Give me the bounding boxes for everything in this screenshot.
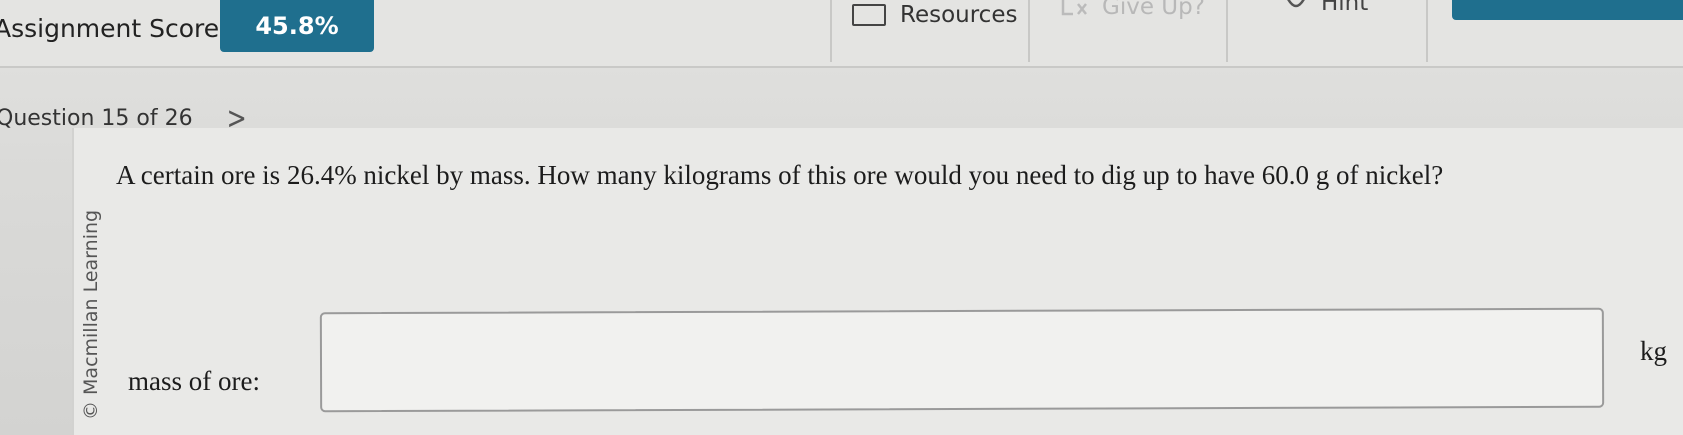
toolbar-divider (830, 0, 832, 62)
mass-of-ore-input[interactable] (319, 307, 1605, 413)
hint-label: Hint (1321, 0, 1369, 16)
assignment-page: Assignment Score: 45.8% Resources Give U… (0, 0, 1683, 435)
question-text: A certain ore is 26.4% nickel by mass. H… (116, 160, 1444, 190)
resources-button[interactable]: Resources (852, 0, 1017, 30)
toolbar-divider (1426, 0, 1428, 62)
hint-button[interactable]: Hint (1285, 0, 1368, 18)
resources-label: Resources (900, 2, 1018, 28)
copyright-notice: © Macmillan Learning (80, 209, 102, 420)
give-up-button[interactable]: Give Up? (1060, 0, 1205, 22)
check-answer-button[interactable] (1452, 0, 1683, 20)
answer-label: mass of ore: (128, 366, 260, 396)
answer-unit-label: kg (1640, 336, 1667, 366)
assignment-score-badge: 45.8% (220, 0, 374, 52)
assignment-score-label: Assignment Score: (0, 14, 228, 43)
resources-icon (852, 4, 886, 26)
toolbar-divider (1028, 0, 1030, 62)
give-up-label: Give Up? (1102, 0, 1205, 20)
give-up-icon (1061, 0, 1087, 16)
assignment-header: Assignment Score: 45.8% Resources Give U… (0, 0, 1683, 68)
question-counter: Question 15 of 26 (0, 105, 193, 131)
lightbulb-icon (1287, 0, 1305, 8)
toolbar-divider (1226, 0, 1228, 62)
